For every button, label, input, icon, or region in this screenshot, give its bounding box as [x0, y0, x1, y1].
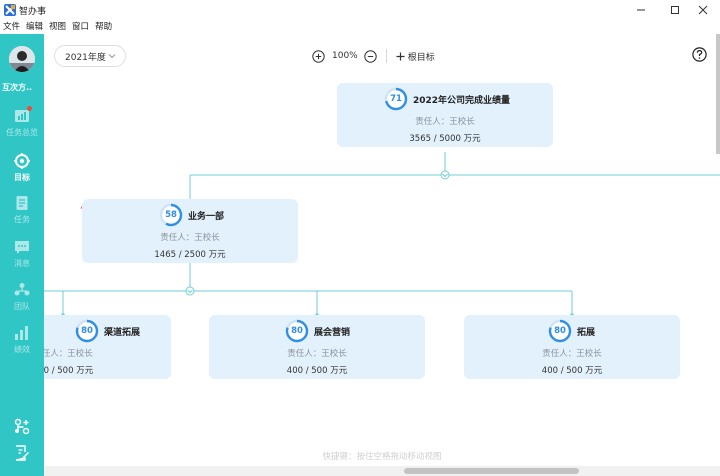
collapse-node-icon[interactable]	[185, 286, 195, 296]
goal-card-level2[interactable]: 80 渠道拓展 责任人：王校长 400 / 500 万元	[44, 315, 171, 379]
goal-owner: 责任人：王校长	[44, 349, 93, 359]
sidebar-item-team[interactable]: 团队	[0, 282, 44, 322]
task-list-icon	[16, 196, 28, 210]
shortcut-hint: 快捷键：按住空格拖动移动视图	[322, 452, 442, 462]
menu-edit[interactable]: 编辑	[26, 20, 43, 34]
notification-badge	[27, 106, 32, 111]
progress-score: 80	[81, 326, 93, 336]
goal-card-level1[interactable]: 58 业务一部 责任人：王校长 1465 / 2500 万元	[82, 199, 298, 263]
goal-title: 拓展	[577, 328, 596, 338]
close-button[interactable]	[686, 0, 720, 20]
goal-progress: 3565 / 5000 万元	[409, 134, 481, 144]
message-icon	[15, 241, 29, 254]
app-window: 智办事 文件 编辑 视图 窗口 帮助 互次方.. 任务总览 目标 任务 消息 团…	[0, 0, 720, 476]
username[interactable]: 互次方..	[2, 82, 44, 93]
minimize-icon	[637, 9, 645, 11]
goal-card-level2[interactable]: 80 拓展 责任人：王校长 400 / 500 万元	[464, 315, 680, 379]
goal-owner: 责任人：王校长	[542, 349, 602, 359]
goal-progress: 400 / 500 万元	[44, 366, 94, 376]
goal-title: 2022年公司完成业绩量	[413, 96, 511, 106]
edit-note-icon[interactable]	[13, 444, 31, 462]
goal-title: 展会营销	[314, 328, 351, 338]
team-icon	[14, 283, 30, 296]
menu-bar: 文件 编辑 视图 窗口 帮助	[0, 20, 720, 34]
progress-score: 58	[165, 210, 177, 220]
progress-score: 80	[291, 326, 303, 336]
progress-score: 71	[390, 94, 402, 104]
target-icon	[14, 153, 30, 169]
app-logo-icon	[4, 4, 16, 16]
sidebar-item-label: 绩效	[14, 345, 30, 354]
goal-card-root[interactable]: 71 2022年公司完成业绩量 责任人：王校长 3565 / 5000 万元	[337, 83, 553, 147]
goal-card-level2[interactable]: 80 展会营销 责任人：王校长 400 / 500 万元	[209, 315, 425, 379]
goal-title: 渠道拓展	[104, 328, 141, 338]
sidebar-item-goals[interactable]: 目标	[0, 153, 44, 193]
performance-icon	[15, 326, 28, 340]
goal-owner: 责任人：王校长	[415, 117, 475, 127]
goal-title: 业务一部	[188, 212, 225, 222]
goal-progress: 400 / 500 万元	[541, 366, 603, 376]
sidebar-item-label: 任务	[14, 215, 30, 224]
vertical-scrollbar[interactable]	[716, 34, 720, 154]
menu-file[interactable]: 文件	[3, 20, 20, 34]
goal-owner: 责任人：王校长	[160, 233, 220, 243]
menu-help[interactable]: 帮助	[95, 20, 112, 34]
menu-window[interactable]: 窗口	[72, 20, 89, 34]
title-bar: 智办事	[0, 0, 720, 20]
sidebar-item-performance[interactable]: 绩效	[0, 325, 44, 365]
sidebar-item-tasks[interactable]: 任务	[0, 195, 44, 235]
sidebar-item-label: 团队	[14, 302, 30, 311]
avatar-image	[9, 46, 35, 72]
goal-owner: 责任人：王校长	[287, 349, 347, 359]
sidebar-item-overview[interactable]: 任务总览	[0, 106, 44, 148]
goal-tree-canvas[interactable]: 2021年度 100% 根目标 71 2022年公司完成业绩量 责任人：王校长 …	[44, 34, 720, 466]
menu-view[interactable]: 视图	[49, 20, 66, 34]
sidebar: 互次方.. 任务总览 目标 任务 消息 团队 绩效	[0, 34, 44, 476]
sidebar-item-label: 目标	[14, 173, 30, 182]
org-structure-icon[interactable]	[13, 418, 31, 436]
sidebar-item-messages[interactable]: 消息	[0, 239, 44, 279]
scrollbar-thumb[interactable]	[404, 468, 579, 474]
goal-progress: 1465 / 2500 万元	[154, 250, 226, 260]
app-title: 智办事	[19, 7, 47, 17]
horizontal-scrollbar[interactable]	[44, 466, 720, 476]
minimize-button[interactable]	[624, 0, 658, 20]
close-icon	[698, 5, 708, 15]
progress-score: 80	[554, 326, 566, 336]
avatar[interactable]	[9, 46, 35, 72]
sidebar-item-label: 任务总览	[6, 128, 38, 137]
goal-progress: 400 / 500 万元	[286, 366, 348, 376]
collapse-node-icon[interactable]	[440, 170, 450, 180]
sidebar-item-label: 消息	[14, 259, 30, 268]
maximize-icon	[671, 6, 679, 14]
